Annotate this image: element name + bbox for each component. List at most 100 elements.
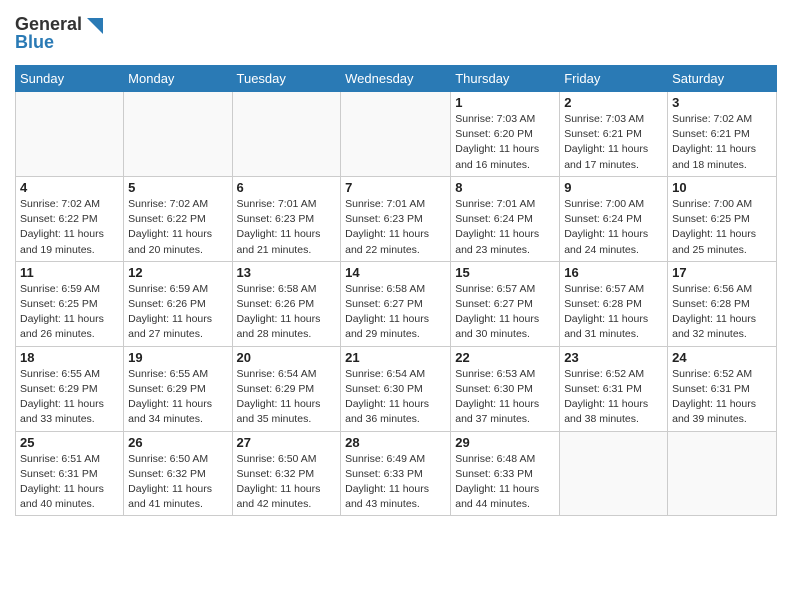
calendar-cell <box>668 431 777 516</box>
header: General Blue <box>15 10 777 59</box>
calendar-cell: 24 Sunrise: 6:52 AMSunset: 6:31 PMDayligh… <box>668 346 777 431</box>
day-info: Sunrise: 6:54 AMSunset: 6:30 PMDaylight:… <box>345 367 446 428</box>
calendar-cell <box>124 92 232 177</box>
svg-text:Blue: Blue <box>15 32 54 52</box>
calendar-cell: 4Sunrise: 7:02 AMSunset: 6:22 PMDaylight… <box>16 176 124 261</box>
day-info: Sunrise: 7:02 AMSunset: 6:21 PMDaylight:… <box>672 112 772 173</box>
calendar-week-row: 4Sunrise: 7:02 AMSunset: 6:22 PMDaylight… <box>16 176 777 261</box>
day-number: 12 <box>128 265 227 280</box>
day-number: 10 <box>672 180 772 195</box>
day-header-tuesday: Tuesday <box>232 66 341 92</box>
calendar-cell: 16Sunrise: 6:57 AMSunset: 6:28 PMDayligh… <box>560 261 668 346</box>
calendar-cell: 20 Sunrise: 6:54 AMSunset: 6:29 PMDayligh… <box>232 346 341 431</box>
day-number: 18 <box>20 350 119 365</box>
calendar-cell: 23 Sunrise: 6:52 AMSunset: 6:31 PMDayligh… <box>560 346 668 431</box>
day-info: Sunrise: 6:52 AMSunset: 6:31 PMDaylight:… <box>564 367 663 428</box>
calendar-cell: 11 Sunrise: 6:59 AMSunset: 6:25 PMDayligh… <box>16 261 124 346</box>
day-header-saturday: Saturday <box>668 66 777 92</box>
calendar-cell: 27Sunrise: 6:50 AMSunset: 6:32 PMDayligh… <box>232 431 341 516</box>
calendar-cell: 25 Sunrise: 6:51 AMSunset: 6:31 PMDayligh… <box>16 431 124 516</box>
day-number: 11 <box>20 265 119 280</box>
calendar-cell <box>16 92 124 177</box>
calendar-cell: 14 Sunrise: 6:58 AMSunset: 6:27 PMDayligh… <box>341 261 451 346</box>
day-info: Sunrise: 6:50 AMSunset: 6:32 PMDaylight:… <box>237 452 337 513</box>
logo-text: General Blue <box>15 10 105 59</box>
day-info: Sunrise: 6:52 AMSunset: 6:31 PMDaylight:… <box>672 367 772 428</box>
calendar-week-row: 11 Sunrise: 6:59 AMSunset: 6:25 PMDayligh… <box>16 261 777 346</box>
day-number: 21 <box>345 350 446 365</box>
day-info: Sunrise: 7:02 AMSunset: 6:22 PMDaylight:… <box>128 197 227 258</box>
calendar-cell: 13 Sunrise: 6:58 AMSunset: 6:26 PMDayligh… <box>232 261 341 346</box>
calendar-cell: 22Sunrise: 6:53 AMSunset: 6:30 PMDayligh… <box>451 346 560 431</box>
day-info: Sunrise: 6:55 AMSunset: 6:29 PMDaylight:… <box>128 367 227 428</box>
calendar-cell: 5 Sunrise: 7:02 AMSunset: 6:22 PMDaylight… <box>124 176 232 261</box>
calendar-cell <box>560 431 668 516</box>
calendar-cell: 17 Sunrise: 6:56 AMSunset: 6:28 PMDayligh… <box>668 261 777 346</box>
day-header-wednesday: Wednesday <box>341 66 451 92</box>
calendar-week-row: 1Sunrise: 7:03 AMSunset: 6:20 PMDaylight… <box>16 92 777 177</box>
calendar-cell: 1Sunrise: 7:03 AMSunset: 6:20 PMDaylight… <box>451 92 560 177</box>
calendar-cell: 26Sunrise: 6:50 AMSunset: 6:32 PMDayligh… <box>124 431 232 516</box>
calendar-cell <box>341 92 451 177</box>
calendar-table: SundayMondayTuesdayWednesdayThursdayFrid… <box>15 65 777 516</box>
day-number: 3 <box>672 95 772 110</box>
calendar-cell: 29Sunrise: 6:48 AMSunset: 6:33 PMDayligh… <box>451 431 560 516</box>
day-number: 6 <box>237 180 337 195</box>
day-info: Sunrise: 7:03 AMSunset: 6:20 PMDaylight:… <box>455 112 555 173</box>
day-info: Sunrise: 7:00 AMSunset: 6:25 PMDaylight:… <box>672 197 772 258</box>
day-number: 20 <box>237 350 337 365</box>
day-number: 25 <box>20 435 119 450</box>
day-number: 5 <box>128 180 227 195</box>
day-number: 15 <box>455 265 555 280</box>
day-number: 13 <box>237 265 337 280</box>
calendar-week-row: 25 Sunrise: 6:51 AMSunset: 6:31 PMDayligh… <box>16 431 777 516</box>
day-number: 7 <box>345 180 446 195</box>
calendar-cell: 10 Sunrise: 7:00 AMSunset: 6:25 PMDayligh… <box>668 176 777 261</box>
calendar-cell: 8Sunrise: 7:01 AMSunset: 6:24 PMDaylight… <box>451 176 560 261</box>
logo: General Blue <box>15 10 105 59</box>
day-number: 14 <box>345 265 446 280</box>
calendar-cell: 19 Sunrise: 6:55 AMSunset: 6:29 PMDayligh… <box>124 346 232 431</box>
day-number: 26 <box>128 435 227 450</box>
calendar-cell: 6 Sunrise: 7:01 AMSunset: 6:23 PMDaylight… <box>232 176 341 261</box>
calendar-cell: 7 Sunrise: 7:01 AMSunset: 6:23 PMDaylight… <box>341 176 451 261</box>
day-number: 17 <box>672 265 772 280</box>
day-info: Sunrise: 6:58 AMSunset: 6:26 PMDaylight:… <box>237 282 337 343</box>
calendar-cell: 28 Sunrise: 6:49 AMSunset: 6:33 PMDayligh… <box>341 431 451 516</box>
day-info: Sunrise: 7:01 AMSunset: 6:23 PMDaylight:… <box>237 197 337 258</box>
day-header-thursday: Thursday <box>451 66 560 92</box>
day-info: Sunrise: 7:03 AMSunset: 6:21 PMDaylight:… <box>564 112 663 173</box>
page: General Blue SundayMondayTuesdayWednesda… <box>0 0 792 526</box>
calendar-cell: 9 Sunrise: 7:00 AMSunset: 6:24 PMDaylight… <box>560 176 668 261</box>
day-info: Sunrise: 6:57 AMSunset: 6:28 PMDaylight:… <box>564 282 663 343</box>
calendar-cell: 21 Sunrise: 6:54 AMSunset: 6:30 PMDayligh… <box>341 346 451 431</box>
day-info: Sunrise: 6:55 AMSunset: 6:29 PMDaylight:… <box>20 367 119 428</box>
day-number: 19 <box>128 350 227 365</box>
day-info: Sunrise: 7:01 AMSunset: 6:23 PMDaylight:… <box>345 197 446 258</box>
day-header-monday: Monday <box>124 66 232 92</box>
day-number: 28 <box>345 435 446 450</box>
calendar-cell: 18 Sunrise: 6:55 AMSunset: 6:29 PMDayligh… <box>16 346 124 431</box>
day-info: Sunrise: 6:48 AMSunset: 6:33 PMDaylight:… <box>455 452 555 513</box>
day-info: Sunrise: 6:54 AMSunset: 6:29 PMDaylight:… <box>237 367 337 428</box>
day-info: Sunrise: 6:59 AMSunset: 6:26 PMDaylight:… <box>128 282 227 343</box>
day-number: 22 <box>455 350 555 365</box>
day-info: Sunrise: 6:58 AMSunset: 6:27 PMDaylight:… <box>345 282 446 343</box>
svg-text:General: General <box>15 14 82 34</box>
calendar-cell: 2Sunrise: 7:03 AMSunset: 6:21 PMDaylight… <box>560 92 668 177</box>
calendar-cell: 12 Sunrise: 6:59 AMSunset: 6:26 PMDayligh… <box>124 261 232 346</box>
day-number: 24 <box>672 350 772 365</box>
day-number: 8 <box>455 180 555 195</box>
day-header-sunday: Sunday <box>16 66 124 92</box>
calendar-header-row: SundayMondayTuesdayWednesdayThursdayFrid… <box>16 66 777 92</box>
day-info: Sunrise: 6:51 AMSunset: 6:31 PMDaylight:… <box>20 452 119 513</box>
day-header-friday: Friday <box>560 66 668 92</box>
day-info: Sunrise: 7:00 AMSunset: 6:24 PMDaylight:… <box>564 197 663 258</box>
day-info: Sunrise: 6:59 AMSunset: 6:25 PMDaylight:… <box>20 282 119 343</box>
day-number: 23 <box>564 350 663 365</box>
day-info: Sunrise: 6:49 AMSunset: 6:33 PMDaylight:… <box>345 452 446 513</box>
day-info: Sunrise: 6:57 AMSunset: 6:27 PMDaylight:… <box>455 282 555 343</box>
calendar-cell: 3 Sunrise: 7:02 AMSunset: 6:21 PMDaylight… <box>668 92 777 177</box>
day-info: Sunrise: 6:56 AMSunset: 6:28 PMDaylight:… <box>672 282 772 343</box>
day-number: 9 <box>564 180 663 195</box>
